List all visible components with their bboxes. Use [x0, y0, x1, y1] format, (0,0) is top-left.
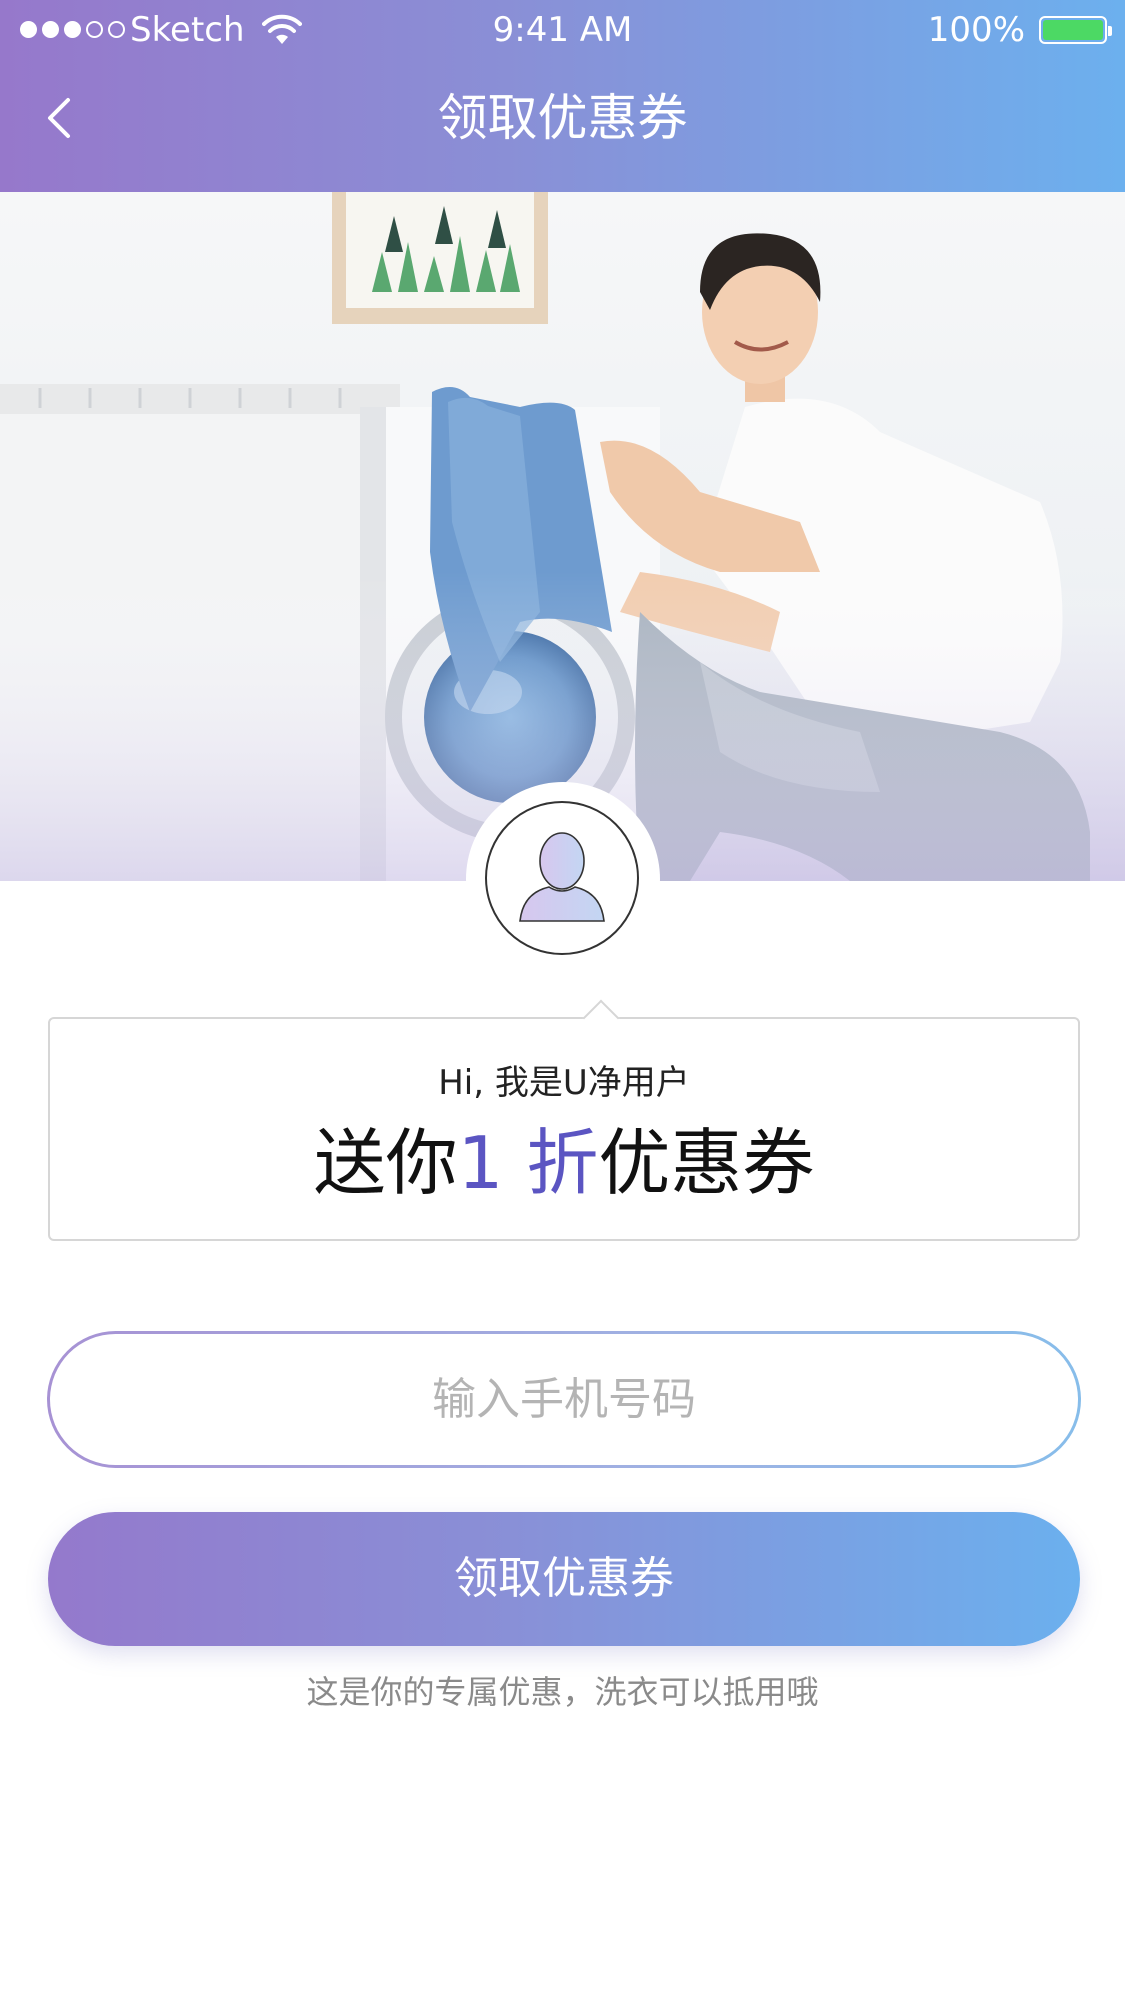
offer-prefix: 送你: [313, 1121, 458, 1205]
battery-icon: [1039, 16, 1112, 44]
card-pointer: [582, 999, 620, 1037]
claim-coupon-button[interactable]: 领取优惠券: [48, 1512, 1080, 1646]
avatar-frame: [466, 782, 660, 976]
status-bar: Sketch 9:41 AM 100%: [0, 0, 1125, 62]
phone-number-input[interactable]: [50, 1334, 1078, 1465]
offer-unit: 折: [526, 1121, 599, 1205]
offer-number: 1: [457, 1121, 504, 1205]
battery-percentage: 100%: [927, 10, 1025, 50]
user-icon: [519, 832, 605, 922]
footnote-text: 这是你的专属优惠，洗衣可以抵用哦: [306, 1673, 819, 1711]
greeting-text: Hi, 我是U净用户: [438, 1063, 690, 1103]
phone-input-border: [47, 1331, 1081, 1468]
header: Sketch 9:41 AM 100% 领取优惠券: [0, 0, 1125, 192]
page-title: 领取优惠券: [437, 89, 688, 147]
hero-photo: [0, 192, 1125, 881]
offer-headline: 送你1 折优惠券: [50, 1119, 1078, 1207]
offer-card: Hi, 我是U净用户 送你1 折优惠券: [48, 999, 1080, 1241]
offer-suffix: 优惠券: [598, 1121, 815, 1205]
avatar[interactable]: [485, 801, 639, 955]
